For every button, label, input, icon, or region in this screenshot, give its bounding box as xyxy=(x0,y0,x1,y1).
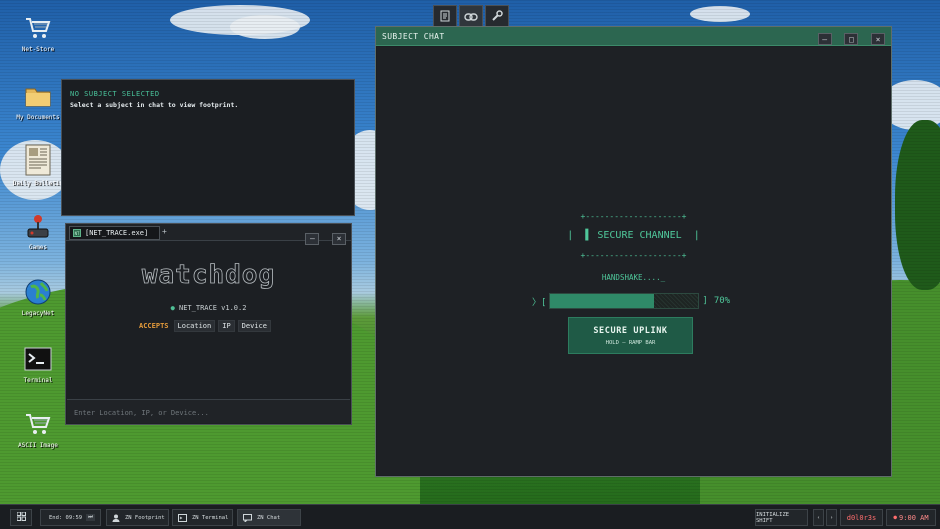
ascii-border-bottom: +--------------------+ xyxy=(580,251,687,260)
accepts-chip-location: Location xyxy=(173,320,216,332)
link-button[interactable] xyxy=(459,5,483,27)
maximize-button[interactable]: □ xyxy=(844,33,859,45)
terminal-icon xyxy=(178,513,187,522)
progress-percent: 70% xyxy=(713,296,731,306)
desktop-icon-games[interactable]: Games xyxy=(12,212,64,251)
shift-end-timer: End: 09:59 ⏭ xyxy=(40,509,101,526)
next-button[interactable]: › xyxy=(826,509,837,526)
progress-fill xyxy=(550,294,655,308)
uplink-label: SECURE UPLINK xyxy=(593,326,668,336)
progress-row: 〉[ ] 70% xyxy=(532,293,730,309)
minimize-button[interactable]: – xyxy=(817,33,832,45)
folder-icon xyxy=(24,82,52,110)
cloud xyxy=(690,6,750,22)
notebook-icon xyxy=(439,7,451,26)
taskbar: End: 09:59 ⏭ ZN Footprint ZN Terminal ZN… xyxy=(0,504,940,529)
clock-dot: ● xyxy=(893,514,898,521)
secure-channel-label: | ▌ SECURE CHANNEL | xyxy=(567,230,700,241)
ascii-border-top: +--------------------+ xyxy=(580,212,687,221)
desktop-icon-label: Terminal xyxy=(23,377,53,384)
initialize-shift-button[interactable]: INITIALIZE SHIFT xyxy=(755,509,808,526)
desktop-icon-label: LegacyNet xyxy=(21,310,55,317)
desktop-icon-ascii-image[interactable]: ASCII Image xyxy=(12,410,64,449)
cart-icon xyxy=(24,410,52,438)
minimize-button[interactable]: – xyxy=(305,232,320,245)
desktop-icon-label: Net-Store xyxy=(21,46,55,53)
top-dock xyxy=(433,5,509,27)
accepts-row: ACCEPTS Location IP Device xyxy=(139,320,271,332)
desktop-icon-label: Games xyxy=(28,244,48,251)
user-badge: d0l0r3s xyxy=(840,509,883,526)
footprint-panel: NO SUBJECT SELECTED Select a subject in … xyxy=(61,79,355,216)
accepts-chip-ip: IP xyxy=(218,320,235,332)
new-tab-button[interactable]: + xyxy=(162,227,167,236)
tools-button[interactable] xyxy=(485,5,509,27)
progress-prefix: 〉[ xyxy=(532,297,547,308)
subject-chat-window: SUBJECT CHAT – □ × +--------------------… xyxy=(375,26,892,477)
joystick-icon xyxy=(24,212,52,240)
handshake-status: HANDSHAKE...._ xyxy=(601,273,666,282)
username: d0l0r3s xyxy=(846,513,877,522)
desktop-icon-my-documents[interactable]: My Documents xyxy=(12,82,64,121)
desktop-icon-label: My Documents xyxy=(16,114,60,121)
desktop-icon-label: Daily Bulletin xyxy=(12,180,64,187)
tab-label: [NET_TRACE.exe] xyxy=(85,229,149,237)
window-controls: – × xyxy=(302,226,346,245)
accepts-label: ACCEPTS xyxy=(139,322,169,330)
window-title: SUBJECT CHAT xyxy=(382,31,445,41)
globe-icon xyxy=(24,278,52,306)
grid-icon xyxy=(16,511,26,523)
desktop-icon-net-store[interactable]: Net-Store xyxy=(12,14,64,53)
trace-input[interactable] xyxy=(67,401,350,425)
tree xyxy=(895,120,940,290)
progress-bar xyxy=(549,293,700,309)
net-trace-titlebar[interactable]: NT [NET_TRACE.exe] + – × xyxy=(66,224,351,245)
footprint-subtext: Select a subject in chat to view footpri… xyxy=(70,101,239,109)
accepts-chip-device: Device xyxy=(237,320,271,332)
desktop-icon-legacynet[interactable]: LegacyNet xyxy=(12,278,64,317)
app-icon: NT xyxy=(73,229,81,237)
net-trace-window: NT [NET_TRACE.exe] + – × watchdog ● NET_… xyxy=(65,223,352,425)
end-time: End: 09:59 xyxy=(49,514,83,521)
taskbar-app-label: ZN Footprint xyxy=(125,514,165,521)
watchdog-logo: watchdog xyxy=(141,260,276,291)
taskbar-app-label: ZN Chat xyxy=(257,514,281,521)
uplink-sublabel: HOLD – RAMP BAR xyxy=(605,340,656,346)
system-clock: ● 9:00 AM xyxy=(886,509,936,526)
taskbar-app-chat[interactable]: ZN Chat xyxy=(237,509,301,526)
initialize-shift-label: INITIALIZE SHIFT xyxy=(756,511,790,524)
chat-body: +--------------------+ | ▌ SECURE CHANNE… xyxy=(377,47,890,475)
progress-suffix: ] xyxy=(702,296,708,306)
secure-uplink-button[interactable]: SECURE UPLINK HOLD – RAMP BAR xyxy=(568,317,693,354)
newspaper-icon xyxy=(24,144,52,176)
taskbar-app-footprint[interactable]: ZN Footprint xyxy=(106,509,169,526)
taskbar-app-terminal[interactable]: ZN Terminal xyxy=(172,509,233,526)
wrench-icon xyxy=(491,7,503,26)
prev-button[interactable]: ‹ xyxy=(813,509,824,526)
link-icon xyxy=(464,7,478,26)
clock-time: 9:00 AM xyxy=(899,513,929,522)
chat-titlebar[interactable]: SUBJECT CHAT – □ × xyxy=(376,27,891,46)
close-button[interactable]: × xyxy=(332,232,346,245)
status-dot: ● xyxy=(170,304,175,312)
terminal-icon xyxy=(24,345,52,373)
footprint-heading: NO SUBJECT SELECTED xyxy=(70,90,160,98)
cloud xyxy=(230,15,300,39)
trace-input-row xyxy=(67,399,350,425)
chat-icon xyxy=(243,513,252,522)
taskbar-app-label: ZN Terminal xyxy=(192,514,229,521)
cart-icon xyxy=(24,14,52,42)
start-button[interactable] xyxy=(10,509,32,526)
skip-button[interactable]: ⏭ xyxy=(86,514,96,521)
window-controls: – □ × xyxy=(815,27,885,46)
desktop-icon-terminal[interactable]: Terminal xyxy=(12,345,64,384)
close-button[interactable]: × xyxy=(871,33,885,45)
version-label: ● NET_TRACE v1.0.2 xyxy=(66,304,351,312)
notebook-button[interactable] xyxy=(433,5,457,27)
user-icon xyxy=(112,514,120,522)
version-text: NET_TRACE v1.0.2 xyxy=(179,304,247,312)
tab-net-trace[interactable]: NT [NET_TRACE.exe] xyxy=(69,226,160,240)
desktop-icon-daily-bulletin[interactable]: Daily Bulletin xyxy=(12,144,64,187)
desktop-icon-label: ASCII Image xyxy=(18,442,58,449)
